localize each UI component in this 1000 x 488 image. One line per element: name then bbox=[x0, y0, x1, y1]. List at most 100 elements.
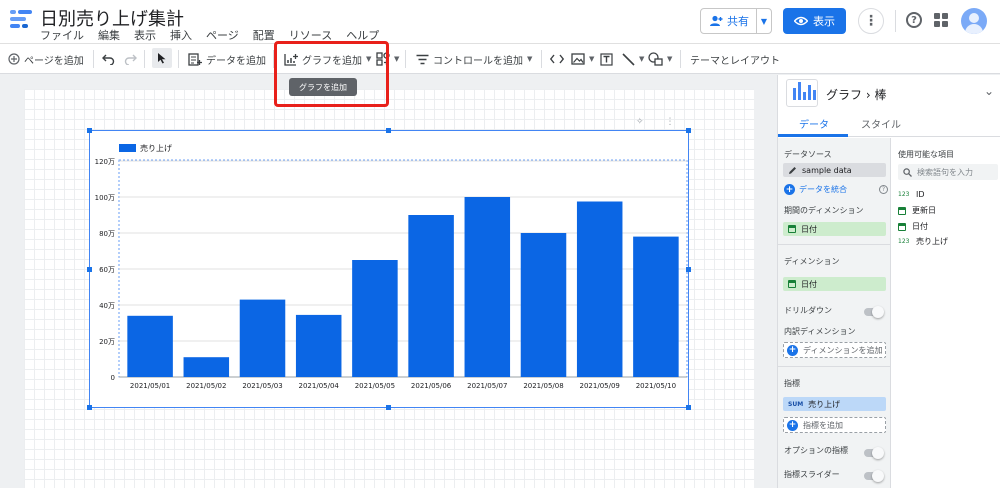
field-item[interactable]: 123 ID bbox=[898, 190, 925, 199]
bar-chart[interactable]: 0 20万 40万 60万 80万 100万 120万 2021/05/01 2021/05/0… bbox=[89, 130, 689, 408]
collapse-panel-icon[interactable]: ⌄ bbox=[984, 84, 994, 98]
avatar[interactable] bbox=[961, 8, 987, 34]
date-dimension-label: 期間のディメンション bbox=[784, 206, 864, 215]
y-tick-label: 40万 bbox=[99, 302, 115, 310]
resize-handle[interactable] bbox=[87, 405, 92, 410]
community-components-icon bbox=[376, 52, 390, 66]
theme-layout-button[interactable]: テーマとレイアウト bbox=[690, 44, 780, 74]
drilldown-toggle[interactable] bbox=[864, 306, 884, 318]
shape-button[interactable]: ▼ bbox=[648, 44, 672, 74]
menu-arrange[interactable]: 配置 bbox=[253, 27, 275, 43]
resize-handle[interactable] bbox=[87, 128, 92, 133]
more-options-button[interactable]: ⋮ bbox=[858, 8, 884, 34]
help-icon[interactable]: ? bbox=[906, 12, 922, 28]
add-metric-button[interactable]: + 指標を追加 bbox=[783, 417, 886, 433]
more-vert-icon[interactable]: ⋮ bbox=[666, 117, 675, 127]
add-data-label: データを追加 bbox=[206, 55, 266, 67]
x-tick-label: 2021/05/05 bbox=[355, 382, 395, 390]
y-tick-label: 0 bbox=[111, 374, 115, 382]
text-box-icon bbox=[600, 52, 613, 66]
toolbar-divider bbox=[178, 50, 179, 68]
field-name: 日付 bbox=[912, 222, 928, 231]
active-tab-indicator bbox=[778, 134, 848, 137]
calendar-icon bbox=[898, 206, 906, 215]
line-button[interactable]: ▼ bbox=[622, 44, 644, 74]
y-tick-label: 20万 bbox=[99, 338, 115, 346]
menu-view[interactable]: 表示 bbox=[134, 27, 156, 43]
field-item[interactable]: 日付 bbox=[898, 221, 928, 232]
menu-insert[interactable]: 挿入 bbox=[170, 27, 192, 43]
y-tick-label: 60万 bbox=[99, 266, 115, 274]
date-dimension-value: 日付 bbox=[801, 224, 817, 234]
bar-chart-type-icon[interactable] bbox=[786, 79, 818, 107]
menu-edit[interactable]: 編集 bbox=[98, 27, 120, 43]
resize-handle[interactable] bbox=[386, 405, 391, 410]
add-control-button[interactable]: コントロールを追加 ▼ bbox=[416, 44, 532, 74]
date-dimension-chip[interactable]: 日付 bbox=[783, 222, 886, 236]
add-circle-icon: + bbox=[787, 344, 798, 356]
menu-file[interactable]: ファイル bbox=[40, 27, 84, 43]
toolbar-divider bbox=[144, 50, 145, 68]
add-component-button[interactable]: ▼ bbox=[376, 44, 399, 74]
resize-handle[interactable] bbox=[686, 267, 691, 272]
menu-page[interactable]: ページ bbox=[206, 27, 239, 43]
x-tick-label: 2021/05/09 bbox=[580, 382, 620, 390]
magic-wand-icon[interactable]: ✧ bbox=[636, 117, 644, 127]
shapes-icon bbox=[648, 52, 663, 66]
menu-help[interactable]: ヘルプ bbox=[346, 27, 379, 43]
x-tick-label: 2021/05/01 bbox=[130, 382, 170, 390]
properties-panel: グラフ › 棒 ⌄ データ スタイル データソース sample data + … bbox=[777, 75, 1000, 488]
optional-metrics-toggle[interactable] bbox=[864, 447, 884, 459]
x-tick-label: 2021/05/08 bbox=[523, 382, 563, 390]
dimension-chip[interactable]: 日付 bbox=[783, 277, 886, 291]
view-button[interactable]: 表示 bbox=[783, 8, 846, 34]
code-icon bbox=[550, 54, 564, 64]
blend-data-link[interactable]: + データを統合 ? bbox=[784, 184, 888, 195]
add-chart-icon bbox=[284, 53, 298, 66]
share-button[interactable]: 共有 ▼ bbox=[700, 8, 772, 34]
metric-slider-toggle[interactable] bbox=[864, 470, 884, 482]
text-box-button[interactable] bbox=[600, 44, 613, 74]
filter-list-icon bbox=[416, 54, 429, 64]
available-fields-label: 使用可能な項目 bbox=[898, 150, 954, 159]
add-chart-button[interactable]: グラフを追加 ▼ bbox=[284, 44, 371, 74]
data-source-label: データソース bbox=[784, 150, 832, 159]
select-tool-button[interactable] bbox=[152, 48, 172, 68]
optional-metrics-label: オプションの指標 bbox=[784, 446, 848, 455]
number-type-icon: 123 bbox=[898, 238, 910, 245]
add-page-button[interactable]: ページを追加 bbox=[8, 44, 84, 74]
add-dimension-button[interactable]: + ディメンションを追加 bbox=[783, 342, 886, 358]
apps-grid-icon[interactable] bbox=[934, 13, 948, 27]
share-dropdown-icon[interactable]: ▼ bbox=[757, 17, 771, 26]
section-divider bbox=[778, 366, 891, 367]
bar bbox=[408, 215, 454, 377]
help-icon[interactable]: ? bbox=[879, 185, 888, 194]
field-item[interactable]: 123 売り上げ bbox=[898, 236, 948, 247]
resize-handle[interactable] bbox=[87, 267, 92, 272]
add-metric-label: 指標を追加 bbox=[803, 420, 843, 430]
looker-studio-logo-icon[interactable] bbox=[10, 10, 32, 34]
toolbar-divider bbox=[541, 50, 542, 68]
field-item[interactable]: 更新日 bbox=[898, 205, 936, 216]
x-tick-label: 2021/05/07 bbox=[467, 382, 507, 390]
metric-chip[interactable]: SUM 売り上げ bbox=[783, 397, 886, 411]
add-data-button[interactable]: データを追加 bbox=[188, 44, 266, 74]
tab-data[interactable]: データ bbox=[799, 116, 829, 131]
bar bbox=[464, 197, 511, 377]
data-source-chip[interactable]: sample data bbox=[783, 163, 886, 177]
metric-aggregation[interactable]: SUM bbox=[788, 401, 803, 408]
image-button[interactable]: ▼ bbox=[571, 44, 594, 74]
panel-title: グラフ › 棒 bbox=[826, 86, 886, 103]
field-search-input[interactable]: 検索語句を入力 bbox=[898, 164, 998, 180]
resize-handle[interactable] bbox=[686, 405, 691, 410]
resize-handle[interactable] bbox=[386, 128, 391, 133]
y-tick-label: 80万 bbox=[99, 230, 115, 238]
undo-button[interactable] bbox=[102, 44, 115, 74]
metric-slider-label: 指標スライダー bbox=[784, 470, 840, 479]
redo-button[interactable] bbox=[124, 44, 137, 74]
embed-code-button[interactable] bbox=[550, 44, 564, 74]
menu-resource[interactable]: リソース bbox=[289, 27, 332, 43]
metric-value: 売り上げ bbox=[808, 399, 841, 409]
resize-handle[interactable] bbox=[686, 128, 691, 133]
tab-style[interactable]: スタイル bbox=[861, 116, 901, 131]
